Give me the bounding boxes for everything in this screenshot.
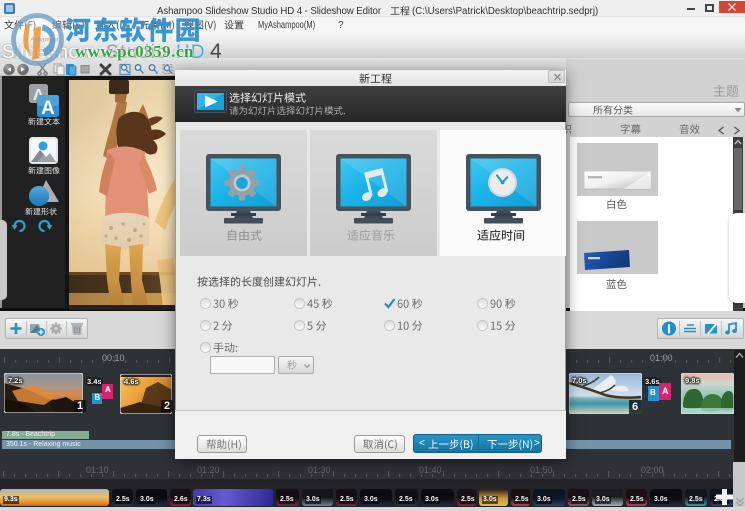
svg-text:Ashampoo: Ashampoo — [30, 36, 60, 43]
